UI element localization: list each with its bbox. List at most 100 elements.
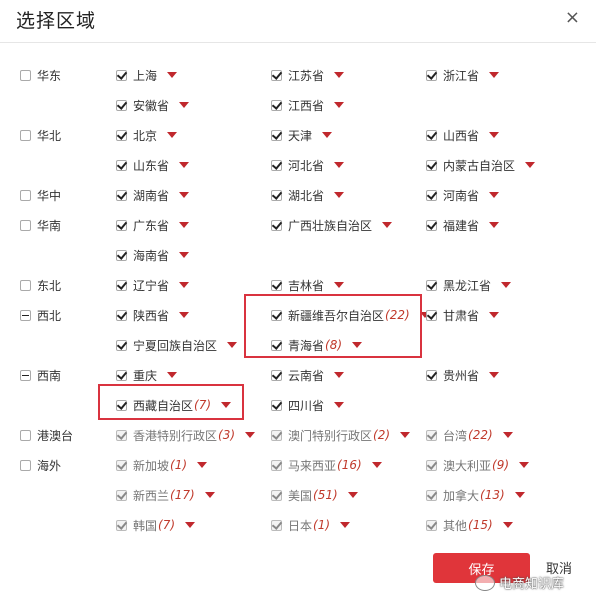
checkbox-icon[interactable] (20, 429, 31, 441)
checkbox-icon[interactable] (271, 519, 282, 531)
caret-down-icon[interactable] (221, 402, 232, 408)
caret-down-icon[interactable] (489, 72, 500, 78)
caret-down-icon[interactable] (167, 132, 178, 138)
province-option[interactable]: 其他 (15) (426, 514, 513, 536)
checkbox-icon[interactable] (20, 369, 31, 381)
checkbox-icon[interactable] (271, 399, 282, 411)
checkbox-icon[interactable] (426, 309, 437, 321)
region-checkbox[interactable]: 西南 (20, 364, 61, 386)
caret-down-icon[interactable] (334, 282, 345, 288)
caret-down-icon[interactable] (334, 72, 345, 78)
province-option[interactable]: 广东省 (116, 214, 190, 236)
checkbox-icon[interactable] (116, 219, 127, 231)
province-option[interactable]: 吉林省 (271, 274, 345, 296)
province-option[interactable]: 台湾 (22) (426, 424, 513, 446)
checkbox-icon[interactable] (20, 129, 31, 141)
caret-down-icon[interactable] (179, 282, 190, 288)
checkbox-icon[interactable] (20, 69, 31, 81)
province-option[interactable]: 湖南省 (116, 184, 190, 206)
checkbox-icon[interactable] (426, 219, 437, 231)
checkbox-icon[interactable] (271, 99, 282, 111)
checkbox-icon[interactable] (20, 459, 31, 471)
checkbox-icon[interactable] (271, 369, 282, 381)
caret-down-icon[interactable] (227, 342, 238, 348)
province-option[interactable]: 天津 (271, 124, 333, 146)
region-checkbox[interactable]: 海外 (20, 454, 61, 476)
caret-down-icon[interactable] (352, 342, 363, 348)
province-option[interactable]: 江苏省 (271, 64, 345, 86)
checkbox-icon[interactable] (271, 489, 282, 501)
checkbox-icon[interactable] (116, 309, 127, 321)
caret-down-icon[interactable] (340, 522, 351, 528)
caret-down-icon[interactable] (489, 372, 500, 378)
province-option[interactable]: 广西壮族自治区 (271, 214, 393, 236)
province-option[interactable]: 福建省 (426, 214, 500, 236)
province-option[interactable]: 澳门特别行政区 (2) (271, 424, 411, 446)
caret-down-icon[interactable] (400, 432, 411, 438)
caret-down-icon[interactable] (179, 192, 190, 198)
caret-down-icon[interactable] (502, 522, 513, 528)
province-option[interactable]: 山东省 (116, 154, 190, 176)
caret-down-icon[interactable] (197, 462, 208, 468)
region-checkbox[interactable]: 华中 (20, 184, 61, 206)
checkbox-icon[interactable] (426, 279, 437, 291)
caret-down-icon[interactable] (167, 72, 178, 78)
province-option[interactable]: 贵州省 (426, 364, 500, 386)
checkbox-icon[interactable] (426, 519, 437, 531)
province-option[interactable]: 西藏自治区 (7) (116, 394, 232, 416)
checkbox-icon[interactable] (116, 99, 127, 111)
checkbox-icon[interactable] (116, 429, 127, 441)
checkbox-icon[interactable] (116, 189, 127, 201)
caret-down-icon[interactable] (334, 372, 345, 378)
checkbox-icon[interactable] (20, 279, 31, 291)
caret-down-icon[interactable] (179, 102, 190, 108)
checkbox-icon[interactable] (426, 129, 437, 141)
province-option[interactable]: 内蒙古自治区 (426, 154, 536, 176)
province-option[interactable]: 黑龙江省 (426, 274, 512, 296)
checkbox-icon[interactable] (116, 249, 127, 261)
province-option[interactable]: 四川省 (271, 394, 345, 416)
caret-down-icon[interactable] (179, 252, 190, 258)
caret-down-icon[interactable] (334, 102, 345, 108)
checkbox-icon[interactable] (116, 489, 127, 501)
checkbox-icon[interactable] (426, 459, 437, 471)
caret-down-icon[interactable] (519, 462, 530, 468)
caret-down-icon[interactable] (334, 162, 345, 168)
checkbox-icon[interactable] (271, 459, 282, 471)
caret-down-icon[interactable] (322, 132, 333, 138)
province-option[interactable]: 河南省 (426, 184, 500, 206)
checkbox-icon[interactable] (116, 399, 127, 411)
caret-down-icon[interactable] (489, 192, 500, 198)
caret-down-icon[interactable] (502, 432, 513, 438)
checkbox-icon[interactable] (116, 519, 127, 531)
province-option[interactable]: 日本 (1) (271, 514, 351, 536)
close-icon[interactable]: × (565, 7, 580, 28)
province-option[interactable]: 宁夏回族自治区 (116, 334, 238, 356)
region-checkbox[interactable]: 港澳台 (20, 424, 73, 446)
province-option[interactable]: 加拿大 (13) (426, 484, 525, 506)
caret-down-icon[interactable] (347, 492, 358, 498)
province-option[interactable]: 江西省 (271, 94, 345, 116)
checkbox-icon[interactable] (116, 339, 127, 351)
province-option[interactable]: 海南省 (116, 244, 190, 266)
region-checkbox[interactable]: 华北 (20, 124, 61, 146)
province-option[interactable]: 河北省 (271, 154, 345, 176)
province-option[interactable]: 新疆维吾尔自治区 (22) (271, 304, 430, 326)
checkbox-icon[interactable] (271, 219, 282, 231)
province-option[interactable]: 青海省 (8) (271, 334, 363, 356)
province-option[interactable]: 美国 (51) (271, 484, 358, 506)
checkbox-icon[interactable] (426, 369, 437, 381)
province-option[interactable]: 湖北省 (271, 184, 345, 206)
caret-down-icon[interactable] (245, 432, 256, 438)
province-option[interactable]: 甘肃省 (426, 304, 500, 326)
caret-down-icon[interactable] (489, 222, 500, 228)
checkbox-icon[interactable] (20, 219, 31, 231)
caret-down-icon[interactable] (489, 132, 500, 138)
province-option[interactable]: 重庆 (116, 364, 178, 386)
province-option[interactable]: 香港特别行政区 (3) (116, 424, 256, 446)
checkbox-icon[interactable] (271, 309, 282, 321)
caret-down-icon[interactable] (167, 372, 178, 378)
checkbox-icon[interactable] (426, 159, 437, 171)
checkbox-icon[interactable] (426, 489, 437, 501)
province-option[interactable]: 陕西省 (116, 304, 190, 326)
